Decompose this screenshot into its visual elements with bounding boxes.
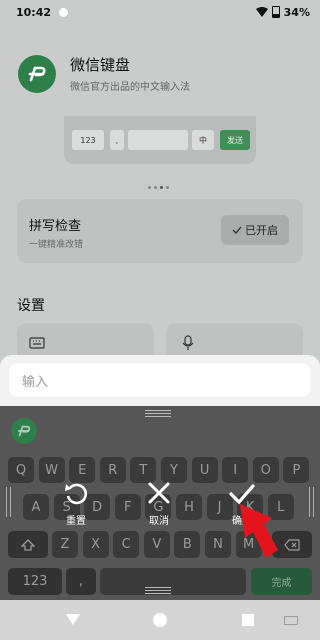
preview-key-space: [128, 130, 188, 150]
reset-label: 重置: [66, 516, 86, 527]
red-arrow-icon: [240, 504, 278, 558]
key-n[interactable]: N: [205, 531, 231, 558]
key-b[interactable]: B: [174, 531, 201, 558]
app-logo-icon: [18, 54, 56, 93]
status-bar: 10:42 34%: [0, 0, 320, 24]
app-subtitle: 微信官方出品的中文输入法: [70, 82, 190, 93]
spell-check-subtitle: 一键精准改错: [29, 240, 84, 250]
key-f[interactable]: F: [114, 494, 141, 520]
close-icon: [148, 482, 170, 504]
microphone-icon: [182, 335, 194, 350]
home-icon[interactable]: [153, 613, 167, 627]
carousel-dots: [148, 186, 169, 189]
input-placeholder: 输入: [22, 374, 49, 390]
text-input[interactable]: 输入: [9, 363, 310, 397]
battery-percent: 34%: [283, 5, 310, 19]
recents-icon[interactable]: [242, 614, 254, 626]
cancel-label: 取消: [149, 516, 169, 527]
keyboard-preview: 123 , 中 发送: [64, 116, 256, 164]
key-c[interactable]: C: [113, 531, 140, 558]
spell-check-enabled-button[interactable]: 已开启: [221, 215, 289, 245]
keyboard-settings-icon: [29, 337, 45, 349]
key-a[interactable]: A: [23, 494, 49, 520]
spell-check-title: 拼写检查: [29, 219, 82, 234]
keyboard-drag-handle-bottom[interactable]: [145, 587, 171, 594]
back-icon[interactable]: [66, 614, 80, 625]
app-header: 微信键盘 微信官方出品的中文输入法: [18, 54, 190, 93]
preview-key-zh: 中: [192, 130, 214, 150]
comma-key[interactable]: ,: [66, 568, 96, 595]
key-o[interactable]: O: [252, 457, 279, 483]
shift-key[interactable]: [8, 531, 48, 558]
key-v[interactable]: V: [143, 531, 170, 558]
navigation-bar: [0, 600, 320, 640]
key-z[interactable]: Z: [52, 531, 78, 558]
battery-icon: [271, 6, 280, 18]
numbers-key[interactable]: 123: [8, 568, 62, 595]
reset-icon: [65, 483, 88, 505]
key-r[interactable]: R: [99, 457, 126, 483]
app-title: 微信键盘: [70, 56, 131, 74]
backspace-icon: [284, 538, 300, 551]
key-w[interactable]: W: [38, 457, 65, 483]
keyboard-resize-handle-left[interactable]: [6, 487, 11, 517]
status-time: 10:42: [16, 5, 52, 19]
input-panel: 输入: [0, 355, 320, 406]
key-h[interactable]: H: [176, 494, 202, 520]
space-key[interactable]: [100, 568, 246, 595]
key-x[interactable]: X: [82, 531, 109, 558]
reset-button[interactable]: 重置: [62, 480, 90, 527]
keyboard-resize-handle-right[interactable]: [309, 487, 314, 517]
key-q[interactable]: Q: [8, 457, 34, 483]
spell-check-status: 已开启: [245, 224, 278, 237]
notification-dot-icon: [59, 7, 69, 17]
key-u[interactable]: U: [191, 457, 218, 483]
shift-icon: [21, 538, 35, 551]
key-p[interactable]: P: [283, 457, 310, 483]
settings-label: 设置: [17, 298, 45, 314]
done-key[interactable]: 完成: [251, 568, 312, 595]
cancel-button[interactable]: 取消: [146, 480, 172, 527]
preview-key-send: 发送: [220, 130, 250, 150]
preview-key-comma: ,: [110, 130, 124, 150]
keyboard-switch-icon[interactable]: [284, 616, 298, 625]
keyboard-logo-icon: [11, 418, 37, 444]
check-icon: [232, 226, 242, 234]
keyboard-drag-handle-top[interactable]: [145, 410, 171, 417]
preview-key-123: 123: [72, 130, 104, 150]
wifi-icon: [255, 7, 268, 17]
spell-check-card: 拼写检查 一键精准改错 已开启: [17, 199, 303, 263]
